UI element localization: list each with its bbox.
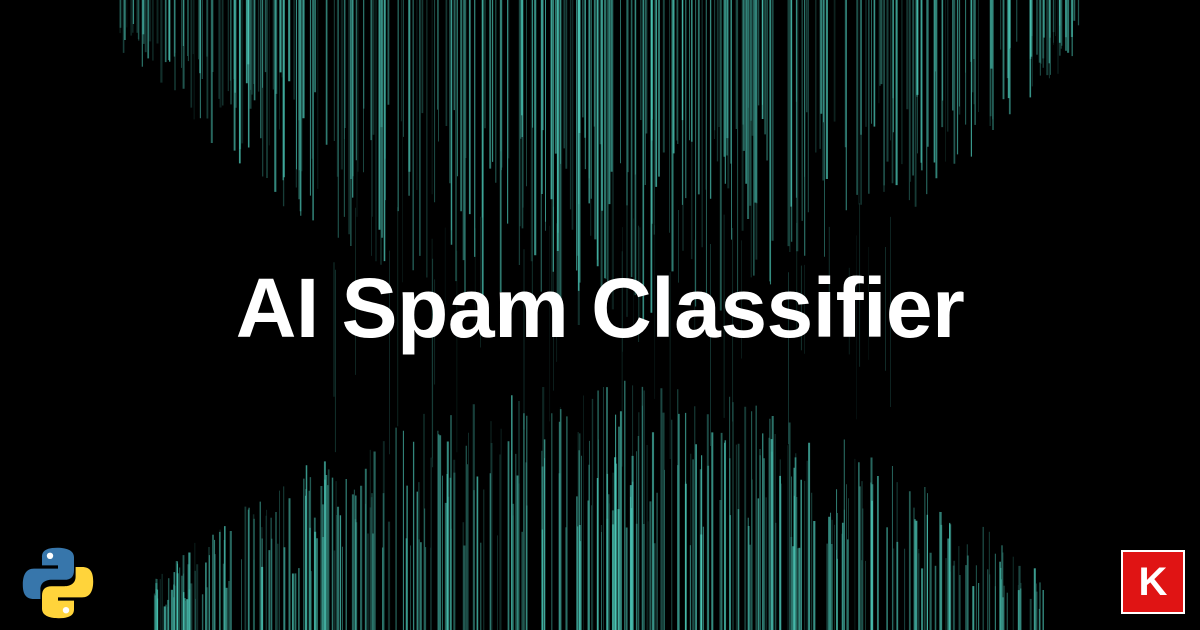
python-logo-icon	[22, 547, 94, 619]
top-streak-group	[119, 0, 1080, 468]
k-logo-icon: K	[1121, 550, 1185, 614]
page-title: AI Spam Classifier	[235, 261, 965, 355]
hero-banner: AI Spam Classifier K	[0, 0, 1200, 630]
bottom-streak-group	[153, 380, 1044, 630]
